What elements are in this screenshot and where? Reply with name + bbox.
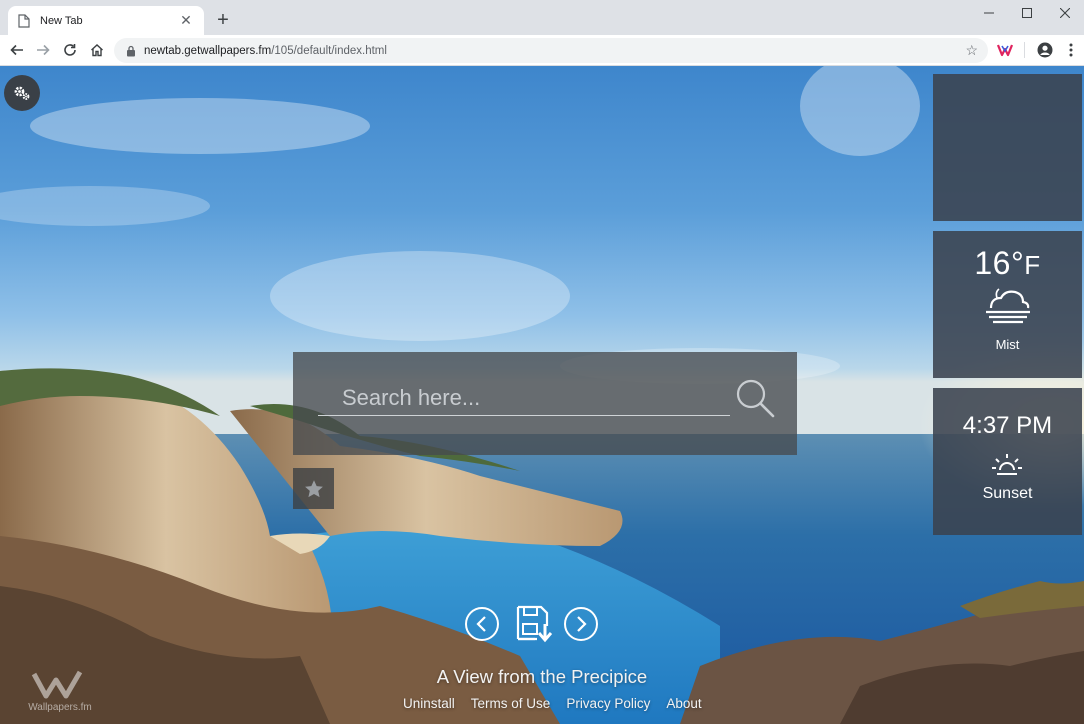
browser-toolbar: newtab.getwallpapers.fm/105/default/inde… (0, 35, 1084, 66)
new-tab-button[interactable]: + (212, 9, 234, 31)
new-tab-page: 16°F Mist 4:37 PM Sunset Search here... … (0, 66, 1084, 724)
star-icon (304, 479, 323, 497)
brand-name: Wallpapers.fm (28, 702, 92, 713)
uninstall-link[interactable]: Uninstall (403, 696, 455, 711)
close-window-icon[interactable] (1046, 0, 1084, 26)
browser-titlebar: New Tab ✕ + (0, 0, 1084, 35)
w-logo-icon (31, 670, 83, 699)
maximize-icon[interactable] (1008, 0, 1046, 26)
favorite-star-button[interactable] (293, 468, 334, 509)
widget-blank-panel[interactable] (933, 74, 1082, 221)
search-icon[interactable] (733, 376, 777, 420)
profile-avatar-icon[interactable] (1036, 40, 1054, 60)
url-text: newtab.getwallpapers.fm/105/default/inde… (144, 44, 387, 57)
window-controls (970, 0, 1084, 26)
footer-links: Uninstall Terms of Use Privacy Policy Ab… (403, 696, 718, 711)
sunset-icon (992, 454, 1022, 475)
tab-new-tab[interactable]: New Tab ✕ (8, 6, 204, 35)
address-bar[interactable]: newtab.getwallpapers.fm/105/default/inde… (114, 38, 988, 63)
temperature-readout: 16°F (974, 245, 1041, 281)
save-wallpaper-button[interactable] (515, 604, 555, 644)
privacy-policy-link[interactable]: Privacy Policy (566, 696, 650, 711)
terms-of-use-link[interactable]: Terms of Use (471, 696, 551, 711)
forward-arrow-icon[interactable] (32, 39, 54, 61)
lock-icon (126, 45, 136, 57)
reload-icon[interactable] (59, 39, 81, 61)
settings-gear-button[interactable] (4, 75, 40, 111)
search-input[interactable] (318, 380, 730, 416)
sunset-time: 4:37 PM (962, 412, 1053, 439)
home-icon[interactable] (86, 39, 108, 61)
toolbar-separator (1024, 42, 1025, 58)
close-tab-icon[interactable]: ✕ (178, 12, 194, 29)
gears-icon (14, 86, 30, 100)
about-link[interactable]: About (666, 696, 701, 711)
search-panel (293, 352, 797, 455)
kebab-menu-icon[interactable] (1064, 40, 1078, 60)
bookmark-star-icon[interactable]: ☆ (965, 42, 978, 59)
wallpapers-fm-logo[interactable]: Wallpapers.fm (20, 666, 98, 718)
back-arrow-icon[interactable] (6, 39, 28, 61)
extension-icon[interactable] (996, 39, 1014, 61)
tab-title: New Tab (40, 14, 83, 27)
previous-wallpaper-button[interactable] (464, 606, 500, 642)
mist-cloud-icon (986, 288, 1030, 324)
wallpaper-caption: A View from the Precipice (436, 666, 648, 687)
minimize-icon[interactable] (970, 0, 1008, 26)
sunset-widget[interactable]: 4:37 PM Sunset (933, 388, 1082, 535)
page-icon (18, 13, 30, 28)
sunset-label: Sunset (982, 485, 1033, 502)
weather-condition: Mist (995, 337, 1020, 352)
weather-widget[interactable]: 16°F Mist (933, 231, 1082, 378)
next-wallpaper-button[interactable] (563, 606, 599, 642)
